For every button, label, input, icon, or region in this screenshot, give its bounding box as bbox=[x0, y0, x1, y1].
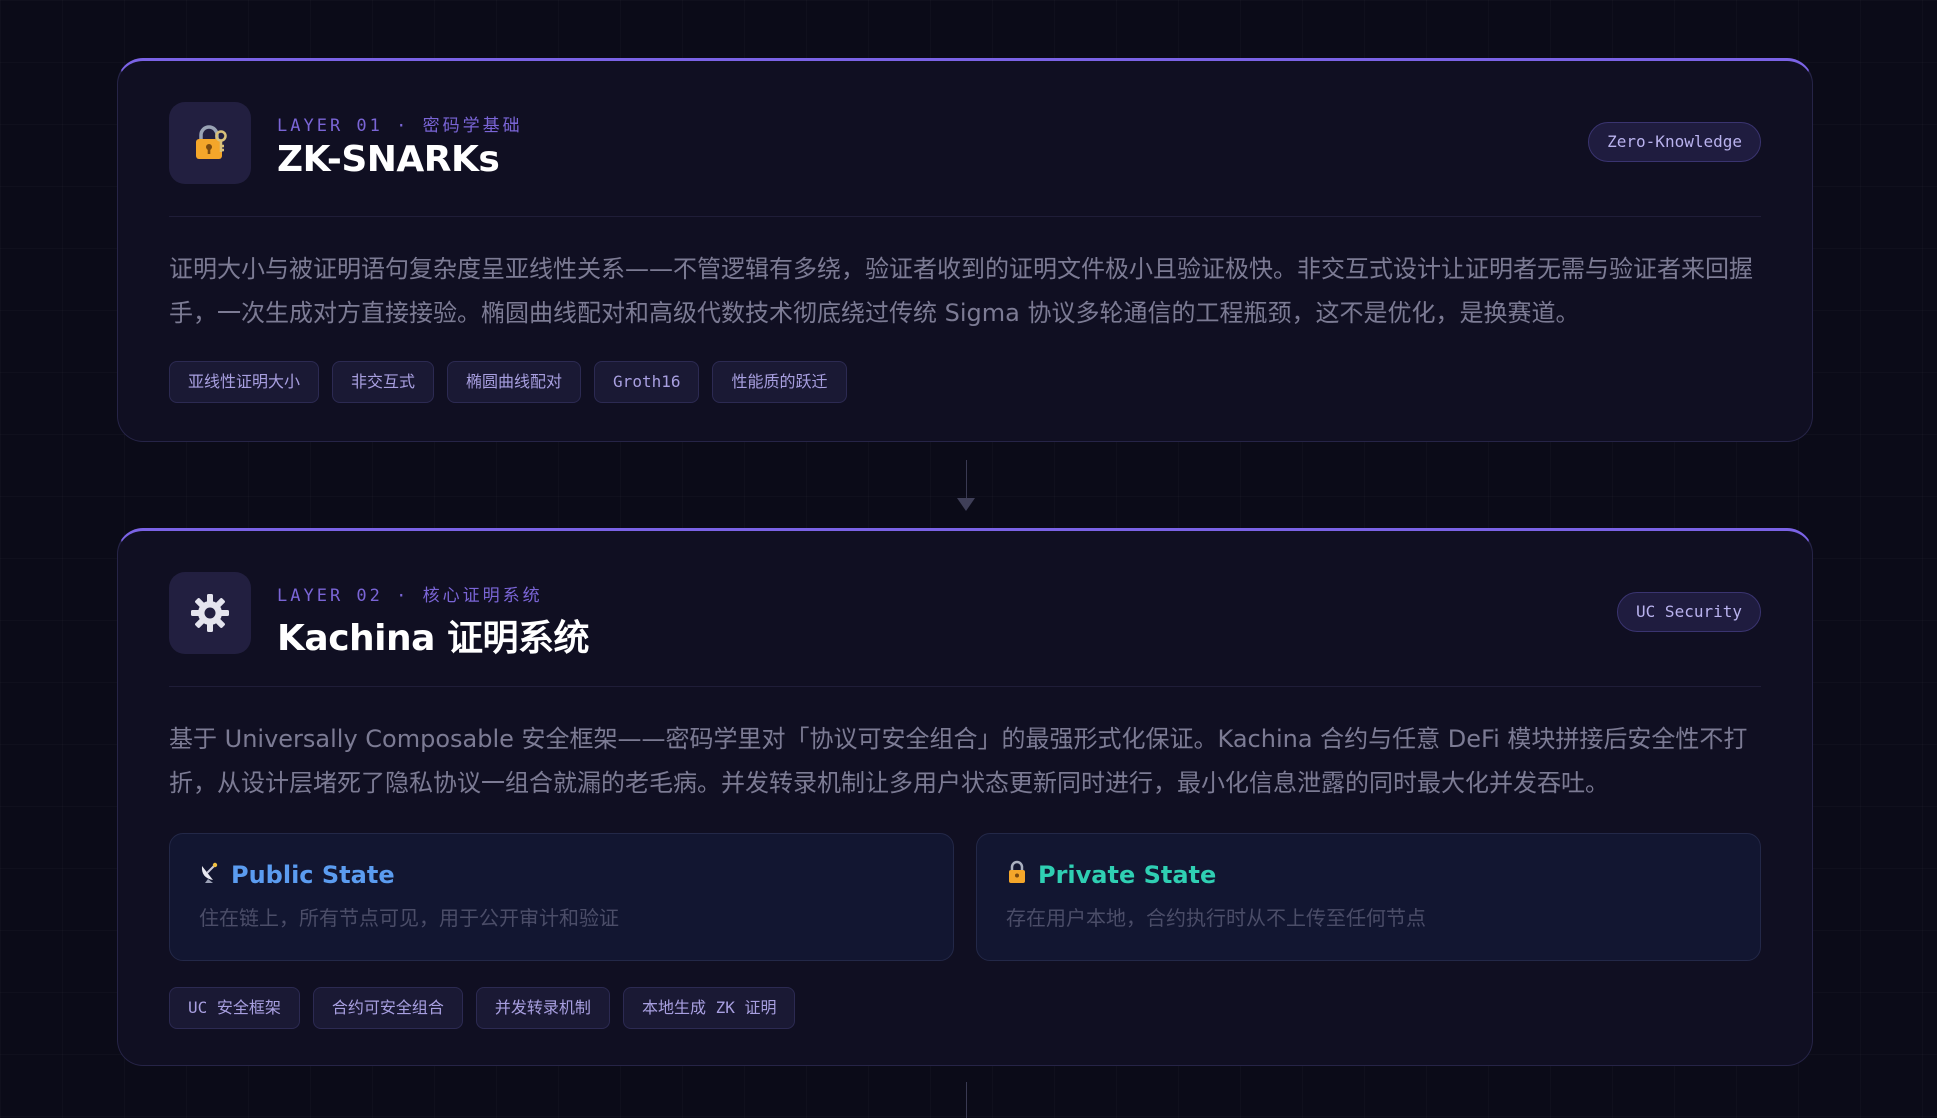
tag: 亚线性证明大小 bbox=[169, 361, 320, 403]
lock-icon bbox=[1006, 860, 1028, 890]
layer-description: 基于 Universally Composable 安全框架——密码学里对「协议… bbox=[169, 725, 1748, 797]
public-state-heading: Public State bbox=[199, 860, 924, 890]
private-state-heading: Private State bbox=[1006, 860, 1731, 890]
tag: Groth16 bbox=[594, 361, 700, 403]
tag-list: UC 安全框架 合约可安全组合 并发转录机制 本地生成 ZK 证明 bbox=[169, 987, 1761, 1029]
layer-title: ZK-SNARKs bbox=[277, 139, 500, 180]
public-state-panel: Public State 住在链上，所有节点可见，用于公开审计和验证 bbox=[169, 833, 954, 961]
tag: 并发转录机制 bbox=[475, 987, 610, 1029]
layer-card-zk-snarks: LAYER 01 · 密码学基础 ZK-SNARKs Zero-Knowledg… bbox=[117, 58, 1813, 442]
tag: 本地生成 ZK 证明 bbox=[622, 987, 796, 1029]
tag: UC 安全框架 bbox=[169, 987, 300, 1029]
tag: 合约可安全组合 bbox=[312, 987, 463, 1029]
connector-line bbox=[966, 1082, 967, 1118]
lock-with-key-icon bbox=[169, 102, 251, 184]
category-badge: Zero-Knowledge bbox=[1588, 122, 1761, 162]
category-badge: UC Security bbox=[1617, 592, 1761, 632]
card-header: LAYER 02 · 核心证明系统 Kachina 证明系统 UC Securi… bbox=[169, 531, 1761, 687]
private-state-subtitle: 存在用户本地，合约执行时从不上传至任何节点 bbox=[1006, 906, 1426, 930]
layer-label: LAYER 01 · 密码学基础 bbox=[277, 116, 523, 136]
gear-icon bbox=[169, 572, 251, 654]
private-state-title: Private State bbox=[1038, 861, 1217, 889]
layer-description: 证明大小与被证明语句复杂度呈亚线性关系——不管逻辑有多绕，验证者收到的证明文件极… bbox=[169, 255, 1753, 327]
tag-list: 亚线性证明大小 非交互式 椭圆曲线配对 Groth16 性能质的跃迁 bbox=[169, 361, 1761, 403]
connector-arrow-icon bbox=[957, 498, 975, 511]
card-header: LAYER 01 · 密码学基础 ZK-SNARKs Zero-Knowledg… bbox=[169, 61, 1761, 217]
public-state-title: Public State bbox=[231, 861, 395, 889]
tag: 非交互式 bbox=[332, 361, 435, 403]
layer-label: LAYER 02 · 核心证明系统 bbox=[277, 586, 543, 606]
tag: 性能质的跃迁 bbox=[712, 361, 847, 403]
satellite-dish-icon bbox=[199, 860, 221, 890]
public-state-subtitle: 住在链上，所有节点可见，用于公开审计和验证 bbox=[199, 906, 619, 930]
connector-line bbox=[966, 460, 967, 502]
tag: 椭圆曲线配对 bbox=[447, 361, 582, 403]
layer-card-kachina: LAYER 02 · 核心证明系统 Kachina 证明系统 UC Securi… bbox=[117, 528, 1813, 1066]
layer-title: Kachina 证明系统 bbox=[277, 618, 589, 659]
state-panels: Public State 住在链上，所有节点可见，用于公开审计和验证 Priva… bbox=[169, 833, 1761, 961]
private-state-panel: Private State 存在用户本地，合约执行时从不上传至任何节点 bbox=[976, 833, 1761, 961]
